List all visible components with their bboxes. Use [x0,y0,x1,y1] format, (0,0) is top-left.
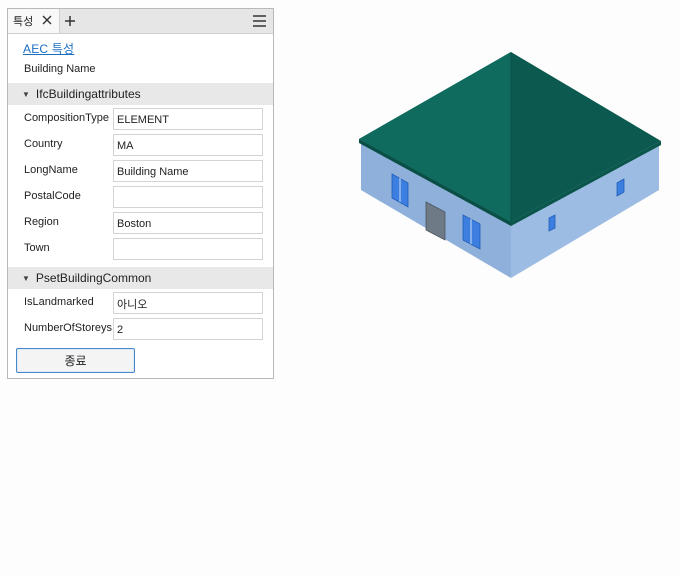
composition-type-field[interactable] [113,108,263,130]
number-of-storeys-field[interactable] [113,318,263,340]
building-name-label: Building Name [24,63,96,75]
aec-properties-link[interactable]: AEC 특성 [23,40,74,57]
property-label: IsLandmarked [24,296,94,308]
building-3d-model[interactable] [356,50,666,282]
property-row-long-name: LongName [8,160,273,182]
window [548,214,556,232]
property-row-composition-type: CompositionType [8,108,273,130]
property-label: Country [24,138,63,150]
long-name-field[interactable] [113,160,263,182]
town-field[interactable] [113,238,263,260]
section-pset-building-common[interactable]: ▼ PsetBuildingCommon [8,267,273,289]
property-label: CompositionType [24,112,109,124]
is-landmarked-field[interactable] [113,292,263,314]
section-ifc-building-attributes[interactable]: ▼ IfcBuildingattributes [8,83,273,105]
tab-properties-label: 특성 [13,16,34,28]
property-label: Region [24,216,59,228]
property-label: LongName [24,164,78,176]
property-row-postal-code: PostalCode [8,186,273,208]
section-title: PsetBuildingCommon [35,271,152,285]
tab-bar: 특성 [8,9,273,34]
close-icon[interactable] [41,14,53,26]
postal-code-field[interactable] [113,186,263,208]
collapse-arrow-icon: ▼ [22,89,30,99]
property-row-country: Country [8,134,273,156]
property-label: Town [24,242,50,254]
property-row-number-of-storeys: NumberOfStoreys [8,318,273,340]
close-button[interactable]: 종료 [16,348,135,373]
property-row-region: Region [8,212,273,234]
section-title: IfcBuildingattributes [35,87,141,101]
property-row-town: Town [8,238,273,260]
property-label: NumberOfStoreys [24,322,113,334]
collapse-arrow-icon: ▼ [22,273,30,283]
country-field[interactable] [113,134,263,156]
properties-panel: 특성 AEC 특성 Building Name ▼ IfcBuildingatt… [7,8,274,379]
plus-icon[interactable] [63,14,77,28]
region-field[interactable] [113,212,263,234]
property-row-is-landmarked: IsLandmarked [8,292,273,314]
property-label: PostalCode [24,190,81,202]
hamburger-menu-icon[interactable] [252,14,267,28]
